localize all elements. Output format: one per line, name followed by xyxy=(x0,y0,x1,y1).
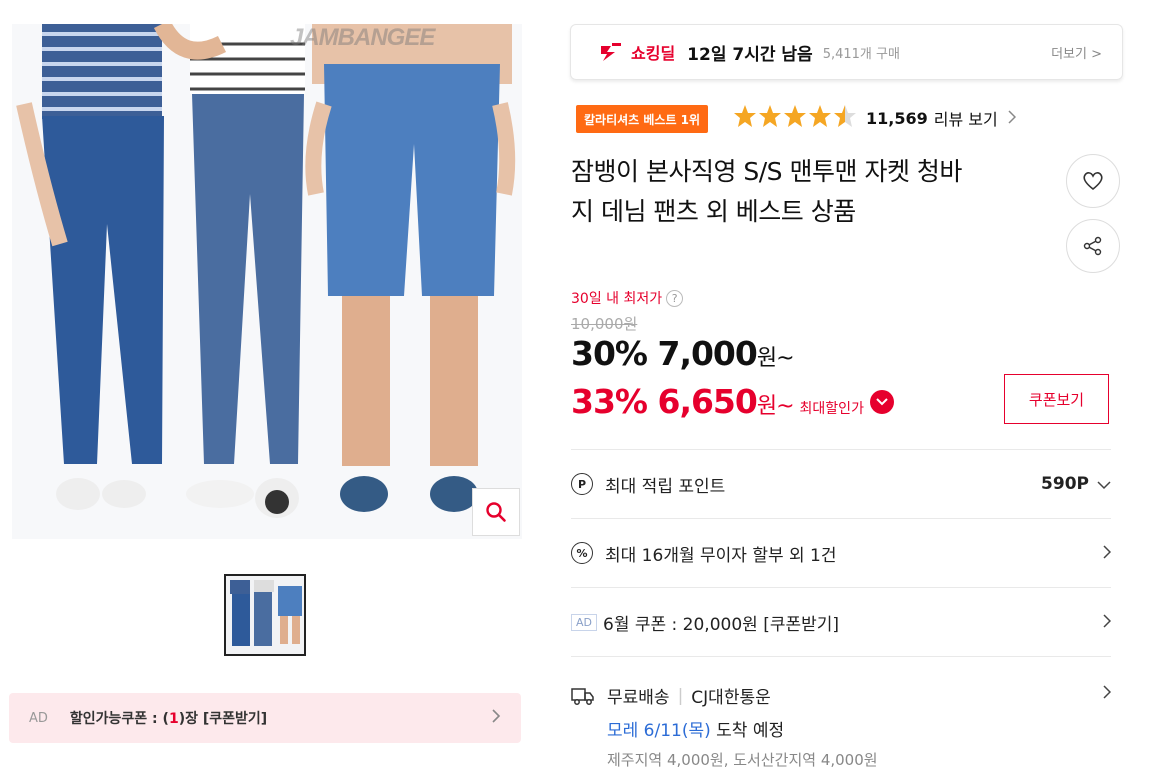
lowest-price-label: 30일 내 최저가 ? xyxy=(571,288,684,308)
coupon-count: 1 xyxy=(168,711,179,727)
search-icon xyxy=(486,502,506,522)
ad-coupon-bar[interactable]: AD 할인가능쿠폰 : (1)장 [쿠폰받기] xyxy=(9,693,521,743)
zoom-button[interactable] xyxy=(472,488,520,536)
chevron-right-icon xyxy=(1103,683,1112,704)
installment-label: 최대 16개월 무이자 할부 외 1건 xyxy=(605,545,837,566)
review-label: 리뷰 보기 xyxy=(933,110,998,129)
chevron-down-icon xyxy=(1097,474,1111,495)
rating-stars xyxy=(733,104,857,130)
ad-tag: AD xyxy=(571,613,597,631)
shipping-carrier: CJ대한통운 xyxy=(691,688,771,708)
points-label: 최대 적립 포인트 xyxy=(605,476,726,497)
heart-icon xyxy=(1083,172,1103,191)
thumbnail-jeans-illustration xyxy=(230,580,302,646)
extra-shipping-fee: 제주지역 4,000원, 도서산간지역 4,000원 xyxy=(607,751,878,769)
deal-label: 쇼킹딜 xyxy=(631,44,676,63)
chevron-right-icon xyxy=(1103,543,1112,564)
monthly-coupon-label: 6월 쿠폰 : 20,000원 [쿠폰받기] xyxy=(603,614,840,635)
shocking-deal-icon xyxy=(601,43,621,61)
review-link[interactable]: 11,569 리뷰 보기 xyxy=(866,106,1016,130)
discount-detail-toggle-icon[interactable] xyxy=(869,389,894,414)
ad-label: AD xyxy=(29,710,48,726)
chevron-right-icon xyxy=(491,709,501,727)
max-discount-label: 최대할인가 xyxy=(799,401,864,417)
truck-icon xyxy=(571,687,594,705)
brand-watermark: JAMBANGEE xyxy=(290,24,435,51)
jeans-models-illustration xyxy=(16,24,516,518)
view-coupon-button[interactable]: 쿠폰보기 xyxy=(1004,374,1109,424)
product-title: 잠뱅이 본사직영 S/S 맨투맨 자켓 청바 지 데님 팬츠 외 베스트 상품 xyxy=(571,157,962,226)
review-count: 11,569 xyxy=(866,108,928,128)
thumbnail-image[interactable] xyxy=(224,574,306,656)
shocking-deal-bar: 쇼킹딜 12일 7시간 남음 5,411개 구매 더보기 > xyxy=(570,24,1123,80)
shipping-type: 무료배송 xyxy=(607,688,670,708)
shipping-section[interactable]: 무료배송 | CJ대한통운 모레 6/11(목) 도착 예정 제주지역 4,00… xyxy=(571,656,1112,770)
divider: | xyxy=(677,685,684,706)
chevron-right-icon xyxy=(1008,109,1016,128)
installment-row[interactable]: % 최대 16개월 무이자 할부 외 1건 xyxy=(571,518,1112,587)
share-button[interactable] xyxy=(1066,219,1120,273)
main-product-image[interactable] xyxy=(12,24,522,539)
deal-more-link[interactable]: 더보기 > xyxy=(1051,43,1102,62)
percent-icon: % xyxy=(571,542,593,564)
chevron-right-icon xyxy=(1103,612,1112,633)
deal-purchase-count: 5,411개 구매 xyxy=(822,46,900,62)
star-rating-icon xyxy=(734,105,856,127)
arrival-date: 모레 6/11(목) xyxy=(607,721,711,741)
point-icon: P xyxy=(571,473,593,495)
sale-price: 30% 7,000원~ xyxy=(571,334,795,373)
max-discount-price: 33% 6,650 원~ 최대할인가 xyxy=(571,382,894,421)
points-value: 590P xyxy=(1041,474,1089,494)
max-points-row[interactable]: P 최대 적립 포인트 590P xyxy=(571,449,1111,518)
original-price: 10,000원 xyxy=(571,315,638,333)
product-page: JAMBANGEE AD 할인가능쿠폰 : (1)장 [쿠폰받기] 쇼킹딜 12… xyxy=(0,0,1155,777)
best-badge: 칼라티셔츠 베스트 1위 xyxy=(576,105,709,133)
arrival-estimate: 모레 6/11(목) 도착 예정 xyxy=(607,721,785,741)
share-icon xyxy=(1083,236,1102,256)
monthly-coupon-row[interactable]: AD 6월 쿠폰 : 20,000원 [쿠폰받기] xyxy=(571,587,1112,656)
wishlist-button[interactable] xyxy=(1066,154,1120,208)
coupon-available-text: 할인가능쿠폰 : (1)장 [쿠폰받기] xyxy=(69,711,268,727)
deal-time-left: 12일 7시간 남음 xyxy=(687,44,813,65)
help-icon[interactable]: ? xyxy=(666,289,684,307)
